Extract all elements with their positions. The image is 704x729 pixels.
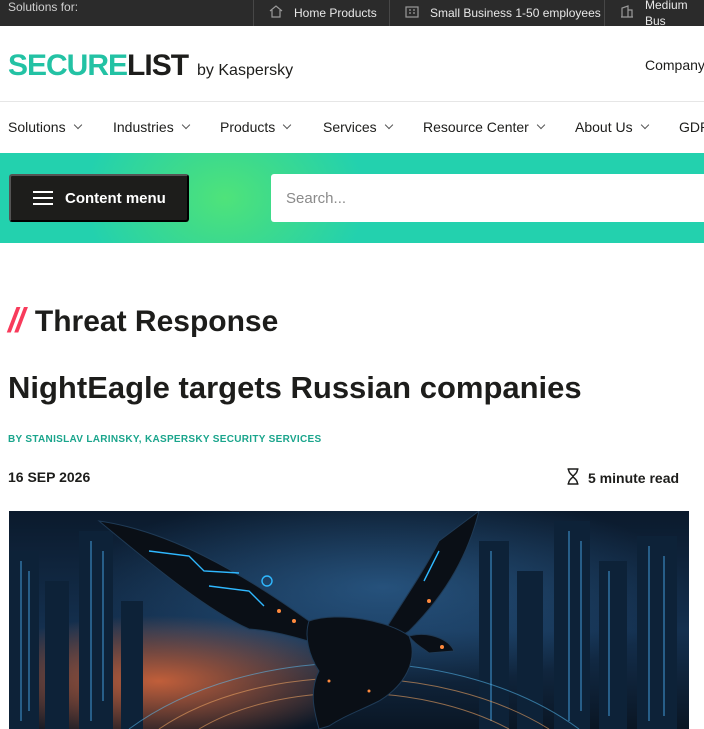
read-time: 5 minute read (566, 468, 679, 488)
medium-business-link[interactable]: Medium Bus (604, 0, 704, 28)
nav-solutions[interactable]: Solutions (8, 119, 82, 135)
logo-list: LIST (127, 49, 189, 82)
category-heading: // Threat Response (8, 302, 278, 341)
medium-business-icon (619, 4, 635, 22)
nav-resource-center-label: Resource Center (423, 119, 529, 135)
article-byline: BY STANISLAV LARINSKY, KASPERSKY SECURIT… (8, 434, 321, 445)
category-title[interactable]: Threat Response (35, 305, 278, 339)
home-products-label: Home Products (294, 6, 377, 20)
content-menu-label: Content menu (65, 189, 166, 207)
nav-products[interactable]: Products (220, 119, 292, 135)
home-products-link[interactable]: Home Products (253, 0, 377, 26)
nav-industries[interactable]: Industries (113, 119, 190, 135)
medium-business-label: Medium Bus (645, 0, 688, 28)
hamburger-icon (33, 191, 53, 205)
nav-solutions-label: Solutions (8, 119, 66, 135)
category-slash-mark: // (8, 302, 25, 340)
content-menu-button[interactable]: Content menu (9, 174, 189, 222)
read-time-label: 5 minute read (588, 470, 680, 486)
nav-gdpr-label: GDP (679, 119, 704, 135)
small-business-label: Small Business 1-50 employees (430, 6, 601, 20)
chevron-down-icon (181, 120, 190, 130)
nav-about-us-label: About Us (575, 119, 633, 135)
solutions-for-label: Solutions for: (8, 0, 79, 14)
byline-prefix: BY (8, 434, 26, 445)
search-band: Content menu (0, 153, 704, 243)
hero-image (9, 511, 689, 729)
main-nav: Solutions Industries Products Services R… (0, 103, 704, 153)
article-date: 16 SEP 2026 (8, 469, 91, 485)
nav-gdpr[interactable]: GDP (679, 119, 704, 135)
small-business-link[interactable]: Small Business 1-50 employees (389, 0, 601, 26)
site-header: SECURE LIST by Kaspersky Company (0, 26, 704, 102)
nav-services[interactable]: Services (323, 119, 393, 135)
company-link[interactable]: Company (645, 57, 704, 73)
hourglass-icon (566, 468, 580, 488)
logo-secure: SECURE (8, 49, 128, 82)
chevron-down-icon (384, 120, 393, 130)
segment-bar: Solutions for: Home Products Small Busin… (0, 0, 704, 28)
nav-services-label: Services (323, 119, 377, 135)
chevron-down-icon (536, 120, 546, 130)
securelist-logo[interactable]: SECURE LIST by Kaspersky (8, 49, 293, 83)
search-input[interactable] (271, 174, 704, 222)
chevron-down-icon (640, 120, 649, 130)
author-link[interactable]: STANISLAV LARINSKY (25, 434, 138, 445)
article-title: NightEagle targets Russian companies (8, 370, 582, 405)
logo-by-kaspersky: by Kaspersky (197, 62, 294, 79)
nav-about-us[interactable]: About Us (575, 119, 649, 135)
nav-resource-center[interactable]: Resource Center (423, 119, 546, 135)
nav-products-label: Products (220, 119, 276, 135)
home-icon (268, 4, 284, 22)
author-org-link[interactable]: KASPERSKY SECURITY SERVICES (145, 434, 321, 445)
chevron-down-icon (283, 120, 292, 130)
chevron-down-icon (73, 120, 82, 130)
nav-industries-label: Industries (113, 119, 174, 135)
small-business-icon (404, 4, 420, 22)
